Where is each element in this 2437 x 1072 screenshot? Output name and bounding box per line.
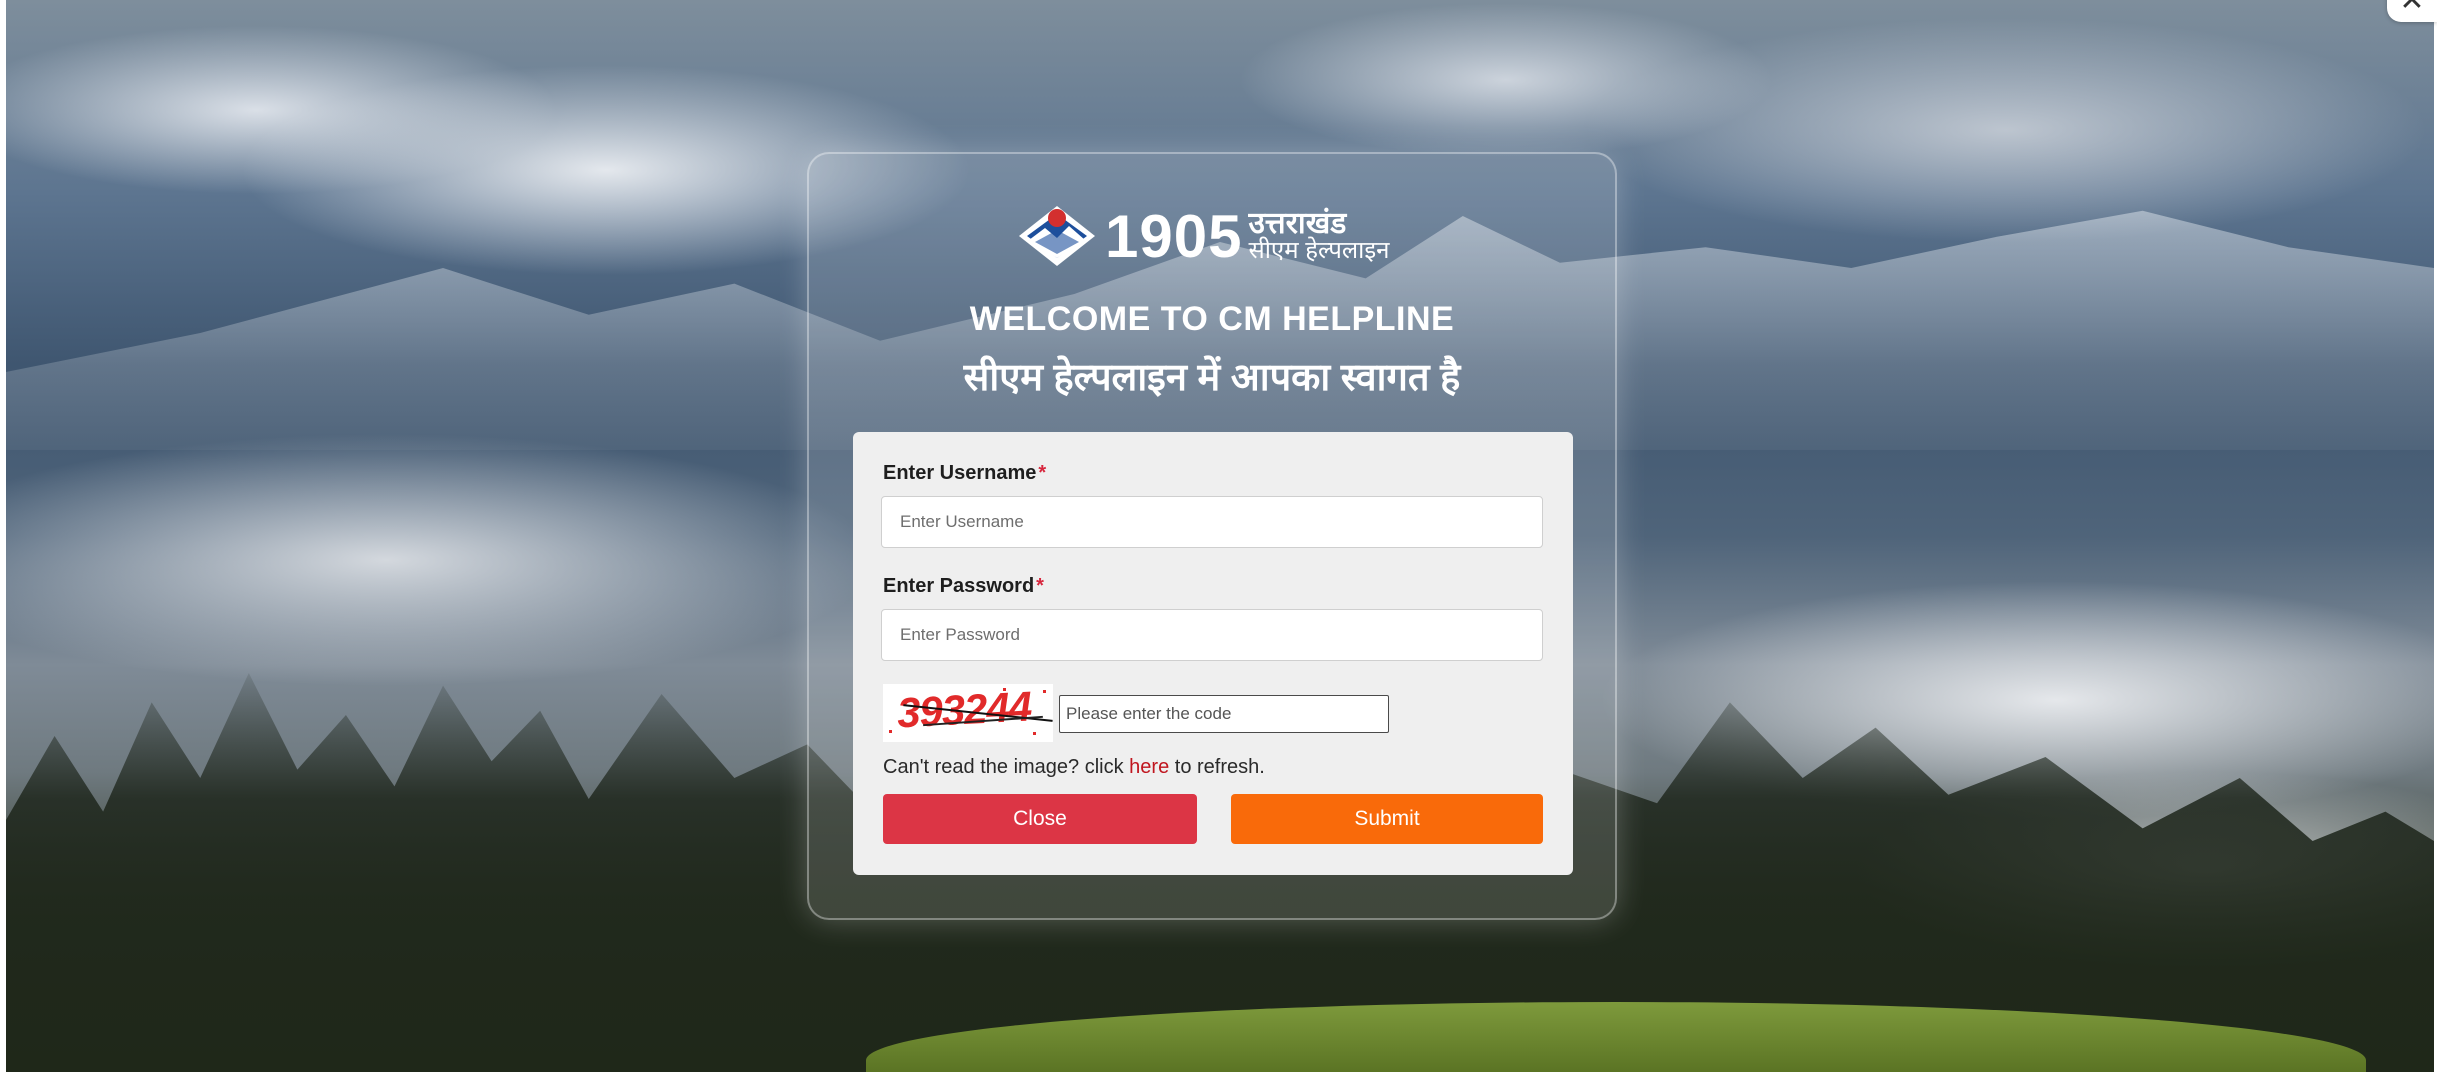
refresh-prefix: Can't read the image? click: [883, 756, 1124, 778]
password-label-text: Enter Password: [883, 575, 1035, 597]
captcha-noise-dot: [1003, 688, 1006, 691]
logo-hindi-line1: उत्तराखंड: [1248, 207, 1347, 240]
captcha-noise-dot: [1033, 732, 1036, 735]
captcha-input[interactable]: [1059, 695, 1389, 733]
required-mark: *: [1038, 462, 1047, 484]
submit-button[interactable]: Submit: [1231, 794, 1543, 844]
captcha-noise-dot: [1043, 690, 1046, 693]
welcome-title-hindi: सीएम हेल्पलाइन में आपका स्वागत है: [963, 357, 1461, 399]
captcha-noise-dot: [889, 730, 892, 733]
logo-hindi-text: उत्तराखंड सीएम हेल्पलाइन: [1248, 209, 1389, 263]
logo-number: 1905: [1105, 202, 1243, 270]
username-label-text: Enter Username: [883, 462, 1037, 484]
welcome-title-english: WELCOME TO CM HELPLINE: [969, 300, 1455, 338]
refresh-suffix: to refresh.: [1174, 756, 1265, 778]
close-icon[interactable]: ✕: [2387, 0, 2437, 22]
password-input[interactable]: [881, 609, 1543, 661]
cm-helpline-logo: 1905 उत्तराखंड सीएम हेल्पलाइन: [1015, 200, 1389, 272]
logo-hindi-line2: सीएम हेल्पलाइन: [1248, 237, 1390, 264]
close-button[interactable]: Close: [883, 794, 1197, 844]
password-label: Enter Password *: [883, 575, 1044, 598]
login-form: Enter Username* Enter Password* 393244 C…: [853, 432, 1573, 875]
username-input[interactable]: [881, 496, 1543, 548]
captcha-refresh-text: Can't read the image? click here to refr…: [883, 756, 1265, 779]
username-label: Enter Username *: [883, 462, 1046, 485]
captcha-image: 393244: [883, 684, 1053, 742]
required-mark: *: [1036, 575, 1044, 597]
captcha-refresh-link[interactable]: here: [1129, 756, 1169, 778]
uttarakhand-emblem-icon: [1019, 206, 1095, 266]
